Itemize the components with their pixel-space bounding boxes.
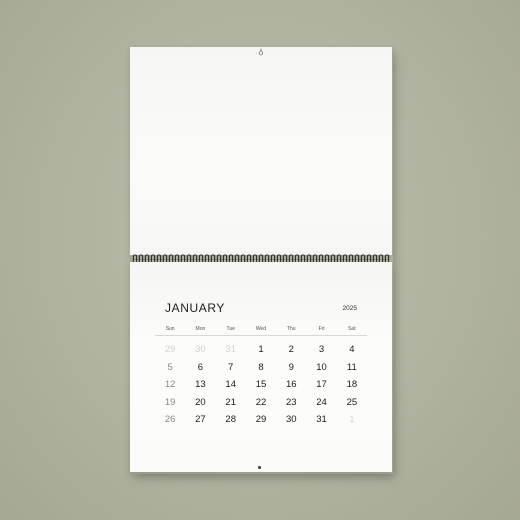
weekday-label: Sat [348, 326, 356, 332]
day-cell-outside-month: 31 [225, 344, 236, 355]
day-cell: 30 [285, 414, 297, 426]
day-cell: 18 [346, 379, 358, 391]
day-cell: 17 [316, 379, 327, 391]
weekday-label: Tue [226, 326, 235, 332]
day-cell: 31 [316, 414, 327, 426]
year-label: 2025 [342, 305, 357, 312]
day-cell: 27 [195, 414, 206, 426]
day-cell: 21 [225, 396, 236, 408]
weekday-label: Sun [165, 326, 175, 332]
day-cell: 3 [318, 344, 325, 355]
hole-icon [258, 466, 261, 469]
weekday-label: Thu [286, 326, 296, 332]
day-cell: 12 [164, 379, 176, 391]
day-cell: 13 [195, 379, 206, 391]
day-cell: 29 [255, 414, 267, 426]
day-cell: 1 [258, 344, 264, 355]
weekday-label: Mon [195, 326, 206, 332]
day-cell: 14 [225, 379, 236, 391]
day-cell: 19 [164, 396, 176, 408]
day-cell: 20 [195, 396, 206, 408]
calendar-bottom-page: JANUARY 2025 Sun Mon Tue Wed Thu Fri Sat 29 30 3… [130, 262, 392, 472]
day-cell: 16 [285, 379, 297, 391]
weekday-label: Wed [255, 326, 267, 332]
day-cell: 10 [316, 361, 327, 373]
day-cell: 26 [164, 414, 176, 426]
calendar-grid: Sun Mon Tue Wed Thu Fri Sat 29 30 31 1 2 3 4 5 6 7 8 9 10 1… [155, 325, 367, 429]
day-cell: 15 [255, 379, 267, 391]
week-row: 26 27 28 29 30 31 1 [155, 411, 367, 429]
day-cell: 23 [285, 396, 297, 408]
week-row: 12 13 14 15 16 17 18 [155, 376, 367, 394]
day-cell: 7 [228, 361, 234, 373]
day-cell: 25 [346, 396, 358, 408]
day-cell: 24 [316, 396, 327, 408]
day-cell-outside-month: 30 [195, 344, 206, 355]
day-cell: 5 [167, 361, 173, 373]
day-cell: 9 [288, 361, 294, 373]
weekday-header-row: Sun Mon Tue Wed Thu Fri Sat [155, 325, 367, 336]
day-cell-outside-month: 1 [349, 414, 355, 426]
week-row: 29 30 31 1 2 3 4 [155, 341, 367, 359]
day-cell: 22 [255, 396, 267, 408]
week-row: 19 20 21 22 23 24 25 [155, 394, 367, 412]
day-cell: 4 [349, 344, 355, 355]
day-cell-outside-month: 29 [164, 344, 176, 355]
day-cell: 28 [225, 414, 236, 426]
calendar-top-page [130, 47, 392, 255]
day-cell: 2 [288, 344, 294, 355]
hanger-icon [259, 48, 263, 56]
weekday-label: Fri [318, 326, 325, 332]
day-cell: 8 [258, 361, 264, 373]
day-cell: 11 [346, 361, 357, 373]
month-title: JANUARY [165, 301, 225, 315]
week-row: 5 6 7 8 9 10 11 [155, 359, 367, 377]
day-cell: 6 [197, 361, 204, 373]
